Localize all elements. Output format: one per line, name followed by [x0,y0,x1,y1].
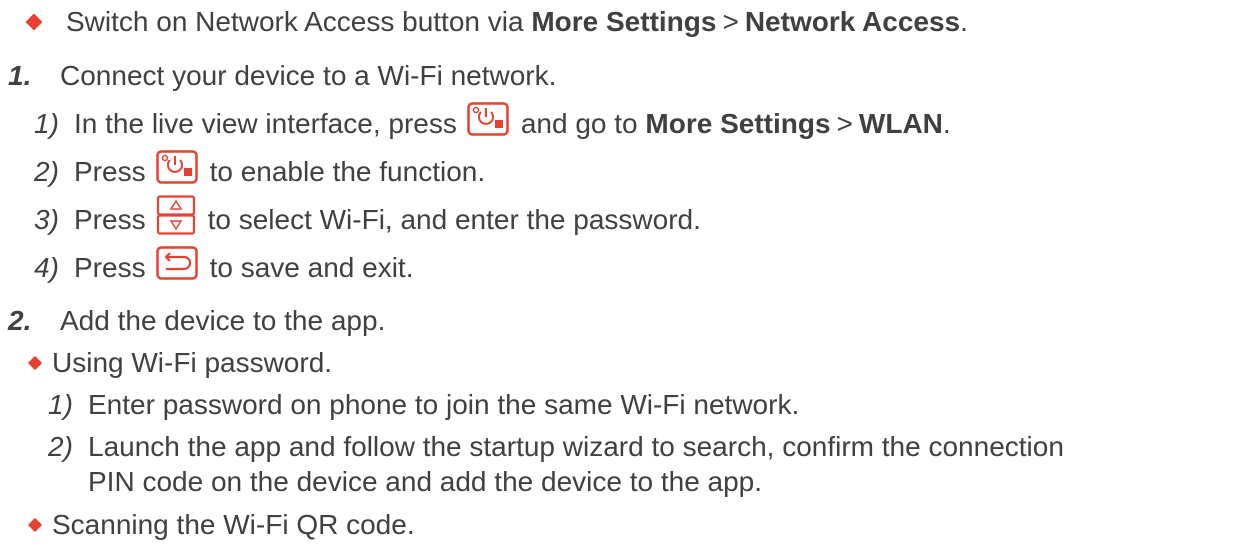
diamond-bullet-icon [25,13,43,31]
step1-substep4-text-after: to save and exit. [209,252,414,283]
substep1-bold-more-settings: More Settings [645,108,831,139]
step2-line: 2. Add the device to the app. [0,301,385,341]
step1-number: 1. [8,60,32,91]
substep1-end: . [942,108,951,139]
step1-substep1-line: 1) In the live view interface, press and… [0,101,951,147]
intro-separator: > [722,6,739,37]
option1-substep2-line: 2) Launch the app and follow the startup… [0,427,1064,467]
substep1-separator: > [836,108,853,139]
step1-substep2-number: 2) [34,156,59,187]
option1-text: Using Wi-Fi password. [52,347,333,378]
diamond-bullet-icon [27,355,43,371]
option1-substep1-number: 1) [48,389,73,420]
substep1-bold-wlan: WLAN [858,108,943,139]
back-key-icon [155,245,198,291]
option1-substep1-text: Enter password on phone to join the same… [88,389,800,420]
step1-substep1-text-before: In the live view interface, press [74,108,457,139]
option1-substep2-text-line2: PIN code on the device and add the devic… [88,466,763,497]
intro-text: Switch on Network Access button via [66,6,532,37]
step1-substep2-text-after: to enable the function. [209,156,486,187]
step1-substep4-number: 4) [34,252,59,283]
step1-substep4-text-before: Press [74,252,146,283]
step1-text: Connect your device to a Wi-Fi network. [60,60,557,91]
step1-substep1-text-after: and go to [520,108,646,139]
intro-bold-network-access: Network Access [744,6,961,37]
intro-bullet-line: Switch on Network Access button via More… [0,2,968,42]
option1-substep2-number: 2) [48,431,73,462]
step1-substep2-line: 2) Press to enable the function. [0,149,486,195]
step1-substep3-number: 3) [34,204,59,235]
step2-text: Add the device to the app. [60,305,386,336]
step1-substep2-text-before: Press [74,156,146,187]
step2-number: 2. [8,305,32,336]
power-menu-key-icon [155,149,198,195]
option1-substep2-text-line1: Launch the app and follow the startup wi… [88,431,1064,462]
step1-substep3-line: 3) Press to select Wi-Fi, and enter the … [0,194,701,240]
step1-substep3-text-before: Press [74,204,146,235]
up-down-key-icon [156,194,196,246]
intro-bold-more-settings: More Settings [531,6,717,37]
step1-substep3-text-after: to select Wi-Fi, and enter the password. [207,204,701,235]
option2-text: Scanning the Wi-Fi QR code. [52,509,415,540]
option1-substep2-continuation: PIN code on the device and add the devic… [0,462,762,502]
intro-end: . [960,6,968,37]
diamond-bullet-icon [27,517,43,533]
power-menu-key-icon [467,101,509,147]
option1-line: Using Wi-Fi password. [0,343,332,383]
option2-line: Scanning the Wi-Fi QR code. [0,505,415,545]
step1-line: 1. Connect your device to a Wi-Fi networ… [0,56,556,96]
option1-substep1-line: 1) Enter password on phone to join the s… [0,385,799,425]
step1-substep1-number: 1) [34,108,59,139]
step1-substep4-line: 4) Press to save and exit. [0,245,414,291]
